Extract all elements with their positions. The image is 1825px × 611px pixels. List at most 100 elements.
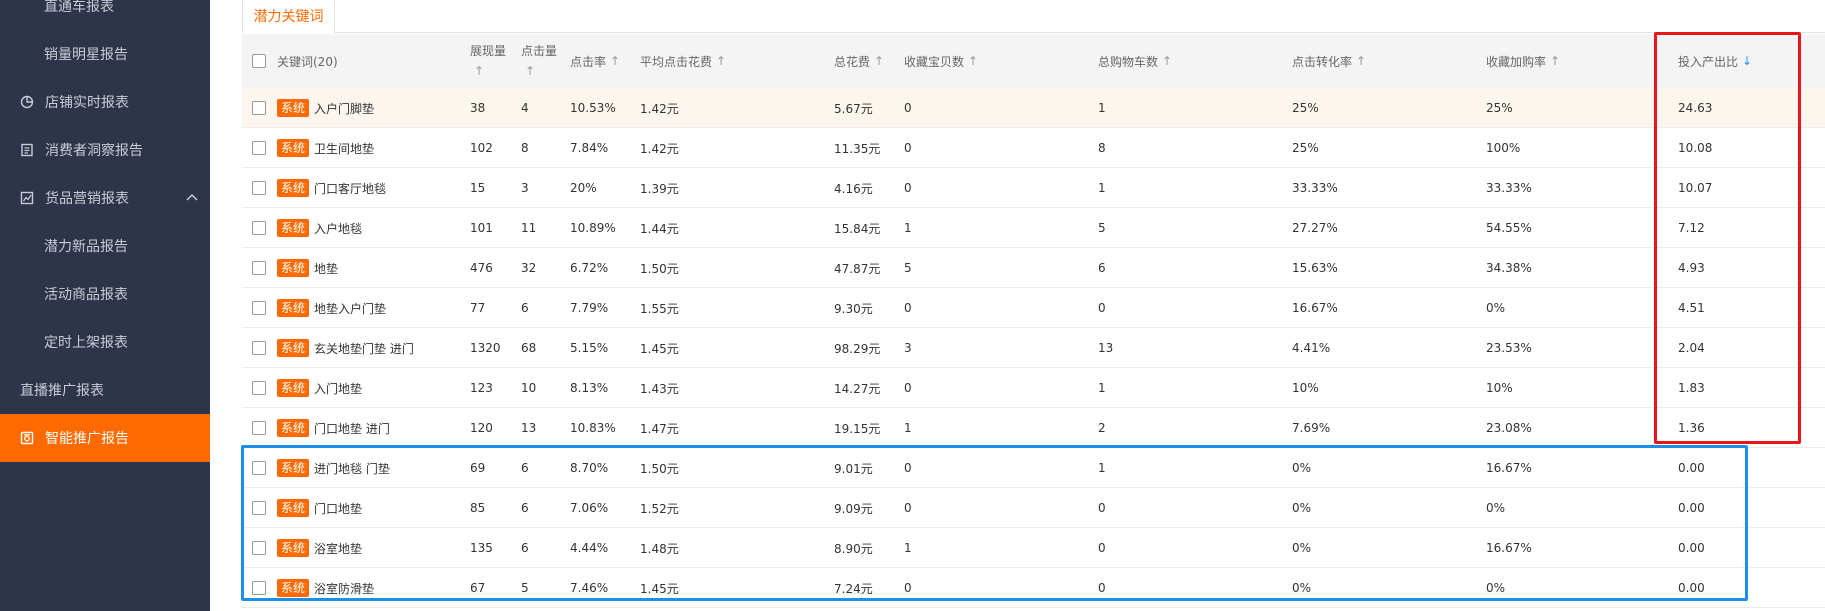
table-cell: 101 xyxy=(470,208,493,248)
cell-value: 15.63% xyxy=(1292,261,1338,275)
column-header-10[interactable]: 收藏加购率 ↑ xyxy=(1486,34,1560,88)
row-checkbox[interactable] xyxy=(252,261,266,275)
sort-asc-icon[interactable]: ↑ xyxy=(474,61,484,81)
column-header-5[interactable]: 平均点击花费 ↑ xyxy=(640,34,726,88)
sort-asc-icon[interactable]: ↑ xyxy=(1162,54,1172,68)
chart-icon xyxy=(20,191,34,205)
sidebar-item-9[interactable]: 直播推广报表 xyxy=(0,366,210,414)
cell-value: 23.08% xyxy=(1486,421,1532,435)
column-header-6[interactable]: 总花费 ↑ xyxy=(834,34,884,88)
cell-value: 25% xyxy=(1486,101,1513,115)
roi-column-highlight-box xyxy=(1654,32,1801,444)
sidebar-item-label: 销量明星报告 xyxy=(44,47,128,63)
select-all-checkbox[interactable] xyxy=(252,54,266,68)
keyword-text: 门口地垫 进门 xyxy=(314,421,390,436)
cell-value: 7.79% xyxy=(570,301,609,315)
row-checkbox[interactable] xyxy=(252,181,266,195)
sidebar-item-label: 直播推广报表 xyxy=(20,383,104,399)
sidebar-item-6[interactable]: 潜力新品报告 xyxy=(0,222,210,270)
cell-value: 5 xyxy=(904,261,912,275)
cell-value: 8.13% xyxy=(570,381,609,395)
pie-chart-icon xyxy=(20,95,34,109)
table-cell: 1.55元 xyxy=(640,288,679,328)
column-header-2[interactable]: 展现量 ↑ xyxy=(470,34,506,88)
row-checkbox[interactable] xyxy=(252,301,266,315)
sidebar-item-1[interactable]: 直通车报表 xyxy=(0,0,210,30)
sidebar-item-4[interactable]: 消费者洞察报告 xyxy=(0,126,210,174)
sidebar-item-8[interactable]: 定时上架报表 xyxy=(0,318,210,366)
zero-roi-rows-highlight-box xyxy=(241,445,1748,601)
cell-value: 1.42元 xyxy=(640,101,679,116)
sidebar-item-label: 潜力新品报告 xyxy=(44,239,128,255)
cell-value: 0 xyxy=(904,181,912,195)
table-cell: 1 xyxy=(1098,168,1106,208)
table-cell: 120 xyxy=(470,408,493,448)
table-cell: 10% xyxy=(1292,368,1319,408)
sort-asc-icon[interactable]: ↑ xyxy=(610,54,620,68)
cell-value: 38 xyxy=(470,101,486,115)
sidebar-item-10[interactable]: 智能推广报告 xyxy=(0,414,210,462)
cell-value: 0 xyxy=(904,301,912,315)
table-cell: 33.33% xyxy=(1292,168,1338,208)
cell-value: 25% xyxy=(1292,101,1319,115)
cell-value: 11.35元 xyxy=(834,141,881,156)
table-row: 系统 入户门脚垫 38 4 10.53% 1.42元 5.67元 0 1 25% 25% 24.63 xyxy=(242,88,1825,128)
table-row: 系统 入门地垫 123 10 8.13% 1.43元 14.27元 0 1 10% 10% 1.83 xyxy=(242,368,1825,408)
cell-value: 1.42元 xyxy=(640,141,679,156)
table-cell: 6 xyxy=(521,288,529,328)
cell-value: 3 xyxy=(904,341,912,355)
table-cell: 7.79% xyxy=(570,288,608,328)
cell-value: 25% xyxy=(1292,141,1319,155)
keyword-text: 入户地毯 xyxy=(314,221,363,236)
cell-value: 1 xyxy=(904,221,912,235)
sort-asc-icon[interactable]: ↑ xyxy=(968,54,978,68)
table-cell: 1 xyxy=(904,208,912,248)
row-checkbox[interactable] xyxy=(252,141,266,155)
sort-asc-icon[interactable]: ↑ xyxy=(1356,54,1366,68)
cell-value: 1320 xyxy=(470,341,501,355)
table-cell: 20% xyxy=(570,168,597,208)
table-cell: 3 xyxy=(904,328,912,368)
cell-value: 16.67% xyxy=(1292,301,1338,315)
system-badge: 系统 xyxy=(277,99,310,117)
keyword-cell: 系统 门口地垫 进门 xyxy=(277,408,390,448)
table-cell: 3 xyxy=(521,168,529,208)
table-cell: 6.72% xyxy=(570,248,608,288)
row-checkbox[interactable] xyxy=(252,101,266,115)
cell-value: 0 xyxy=(904,101,912,115)
sort-asc-icon[interactable]: ↑ xyxy=(1550,54,1560,68)
cell-value: 1.43元 xyxy=(640,381,679,396)
table-cell: 7.69% xyxy=(1292,408,1330,448)
row-checkbox[interactable] xyxy=(252,221,266,235)
column-header-8[interactable]: 总购物车数 ↑ xyxy=(1098,34,1172,88)
cell-value: 1.47元 xyxy=(640,421,679,436)
column-header-3[interactable]: 点击量 ↑ xyxy=(521,34,557,88)
column-header-9[interactable]: 点击转化率 ↑ xyxy=(1292,34,1366,88)
cell-value: 47.87元 xyxy=(834,261,881,276)
sidebar-item-3[interactable]: 店铺实时报表 xyxy=(0,78,210,126)
sort-asc-icon[interactable]: ↑ xyxy=(716,54,726,68)
sidebar-item-5[interactable]: 货品营销报表 xyxy=(0,174,210,222)
keyword-cell: 系统 门口客厅地毯 xyxy=(277,168,386,208)
table-cell: 16.67% xyxy=(1292,288,1338,328)
column-header-label: 点击率 xyxy=(570,54,607,69)
row-checkbox[interactable] xyxy=(252,421,266,435)
keyword-text: 地垫入户门垫 xyxy=(314,301,387,316)
column-header-4[interactable]: 点击率 ↑ xyxy=(570,34,620,88)
table-cell: 13 xyxy=(521,408,536,448)
sort-asc-icon[interactable]: ↑ xyxy=(525,61,535,81)
row-checkbox[interactable] xyxy=(252,381,266,395)
cell-value: 13 xyxy=(521,421,537,435)
chevron-up-icon[interactable] xyxy=(184,190,200,206)
sort-asc-icon[interactable]: ↑ xyxy=(874,54,884,68)
table-cell: 0 xyxy=(904,168,912,208)
row-checkbox[interactable] xyxy=(252,341,266,355)
table-cell: 8 xyxy=(521,128,529,168)
sidebar-item-2[interactable]: 销量明星报告 xyxy=(0,30,210,78)
cell-value: 19.15元 xyxy=(834,421,881,436)
tab-potential-keywords[interactable]: 潜力关键词 xyxy=(242,0,335,33)
column-header-7[interactable]: 收藏宝贝数 ↑ xyxy=(904,34,978,88)
cell-value: 6.72% xyxy=(570,261,609,275)
keyword-text: 入户门脚垫 xyxy=(314,101,375,116)
sidebar-item-7[interactable]: 活动商品报表 xyxy=(0,270,210,318)
